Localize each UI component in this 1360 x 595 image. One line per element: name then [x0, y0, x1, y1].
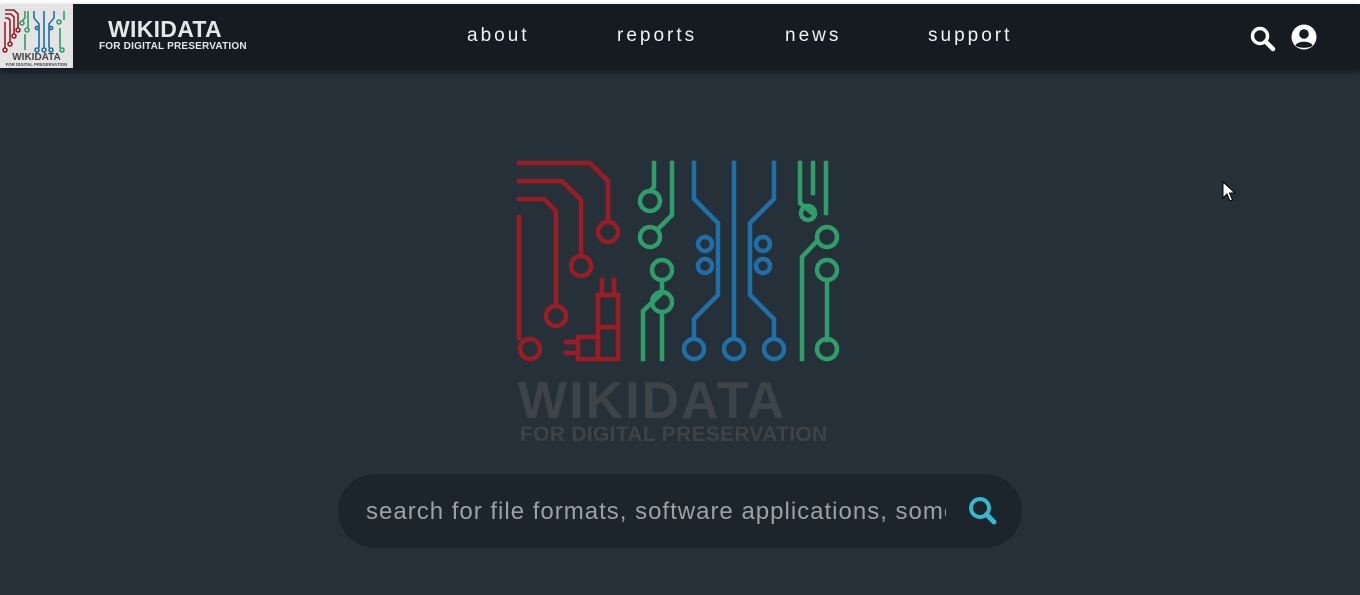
page: WIKIDATA FOR DIGITAL PRESERVATION WIKIDA…	[0, 0, 1360, 595]
search-input[interactable]	[364, 492, 948, 532]
circuit-logo-icon: WIKIDATA FOR DIGITAL PRESERVATION	[2, 9, 67, 67]
nav-logo-subtext: FOR DIGITAL PRESERVATION	[6, 62, 67, 67]
nav-link-reports[interactable]: reports	[617, 25, 697, 47]
hero-title: WIKIDATA	[518, 372, 787, 430]
hero-circuit-logo-icon	[510, 155, 850, 375]
nav-link-news[interactable]: news	[785, 25, 841, 47]
nav-link-support[interactable]: support	[928, 25, 1012, 47]
search-bar	[338, 474, 1022, 548]
user-account-icon[interactable]	[1290, 23, 1318, 56]
mouse-cursor-icon	[1222, 180, 1237, 208]
navbar: WIKIDATA FOR DIGITAL PRESERVATION WIKIDA…	[0, 4, 1360, 69]
brand-title[interactable]: WIKIDATA	[108, 16, 222, 42]
search-button-icon[interactable]	[965, 493, 1001, 534]
nav-link-about[interactable]: about	[467, 25, 530, 47]
nav-logo[interactable]: WIKIDATA FOR DIGITAL PRESERVATION	[0, 4, 73, 68]
hero-subtitle: FOR DIGITAL PRESERVATION	[520, 423, 828, 446]
search-icon[interactable]	[1249, 25, 1277, 58]
brand-subtitle: FOR DIGITAL PRESERVATION	[99, 41, 247, 52]
